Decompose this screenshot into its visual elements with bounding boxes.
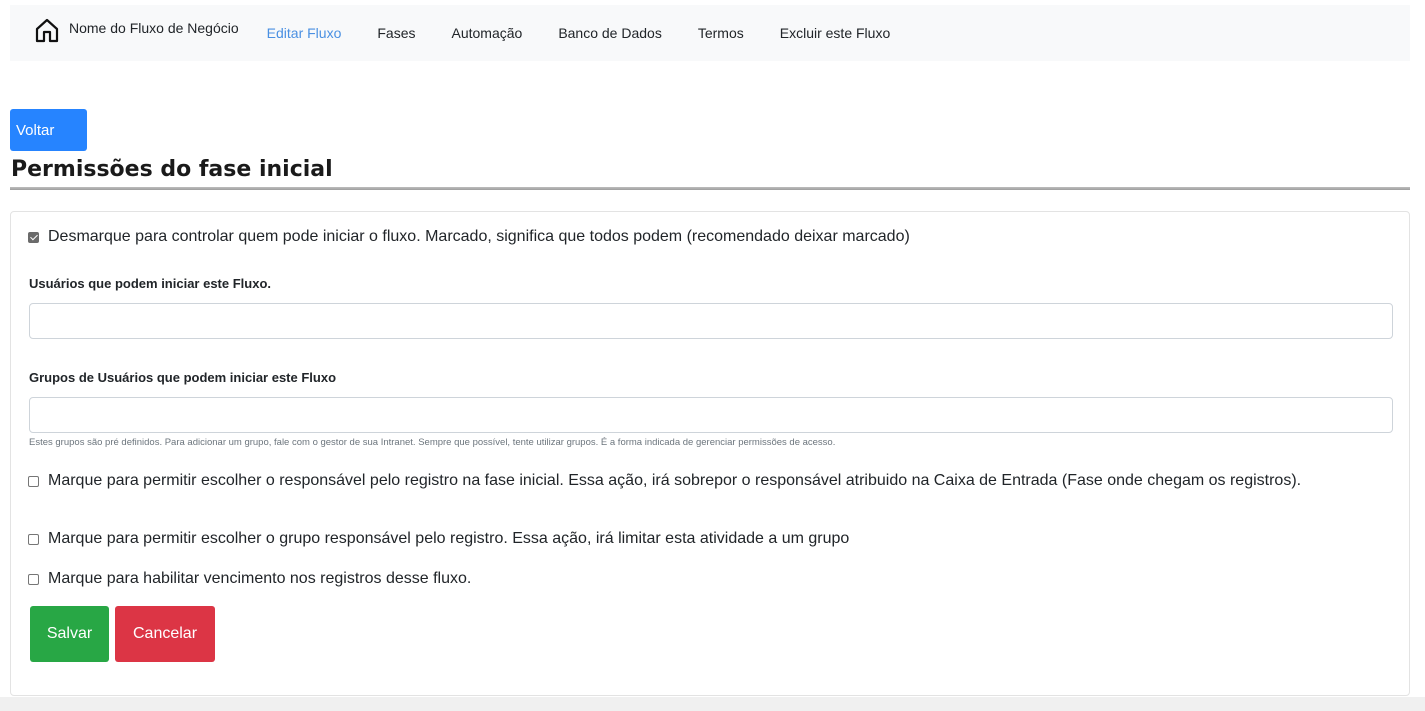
nav-link-excluir-fluxo[interactable]: Excluir este Fluxo <box>780 25 890 41</box>
enable-due-row: Marque para habilitar vencimento nos reg… <box>28 569 471 588</box>
page-title: Permissões do fase inicial <box>11 157 333 182</box>
enable-due-checkbox[interactable] <box>28 574 39 585</box>
nav-link-fases[interactable]: Fases <box>377 25 415 41</box>
allow-all-label: Desmarque para controlar quem pode inici… <box>48 228 910 245</box>
choose-group-checkbox[interactable] <box>28 534 39 545</box>
enable-due-label: Marque para habilitar vencimento nos reg… <box>48 570 472 587</box>
nav-links: Editar Fluxo Fases Automação Banco de Da… <box>267 25 927 41</box>
nav-link-editar-fluxo[interactable]: Editar Fluxo <box>267 25 342 41</box>
choose-responsible-checkbox[interactable] <box>28 476 39 487</box>
nav-link-banco-de-dados[interactable]: Banco de Dados <box>558 25 662 41</box>
choose-responsible-row: Marque para permitir escolher o responsá… <box>28 471 1398 490</box>
allow-all-checkbox[interactable] <box>28 232 39 243</box>
bottom-scroll-area <box>0 697 1425 711</box>
back-button[interactable]: Voltar <box>10 109 87 151</box>
brand-label: Nome do Fluxo de Negócio <box>69 20 239 36</box>
choose-responsible-label: Marque para permitir escolher o responsá… <box>48 472 1302 489</box>
top-navbar: Nome do Fluxo de Negócio Editar Fluxo Fa… <box>10 5 1410 61</box>
groups-label: Grupos de Usuários que podem iniciar est… <box>29 370 337 385</box>
choose-group-row: Marque para permitir escolher o grupo re… <box>28 529 849 548</box>
navbar-brand[interactable]: Nome do Fluxo de Negócio <box>34 18 239 43</box>
cancel-button[interactable]: Cancelar <box>115 606 215 662</box>
allow-all-row: Desmarque para controlar quem pode inici… <box>28 227 910 246</box>
title-divider <box>10 187 1410 190</box>
users-input[interactable] <box>29 303 1393 339</box>
home-icon <box>35 18 59 43</box>
choose-group-label: Marque para permitir escolher o grupo re… <box>48 530 850 547</box>
groups-help-text: Estes grupos são pré definidos. Para adi… <box>29 437 836 448</box>
save-button[interactable]: Salvar <box>30 606 109 662</box>
groups-input[interactable] <box>29 397 1393 433</box>
users-label: Usuários que podem iniciar este Fluxo. <box>29 276 272 291</box>
nav-link-automacao[interactable]: Automação <box>451 25 522 41</box>
nav-link-termos[interactable]: Termos <box>698 25 744 41</box>
